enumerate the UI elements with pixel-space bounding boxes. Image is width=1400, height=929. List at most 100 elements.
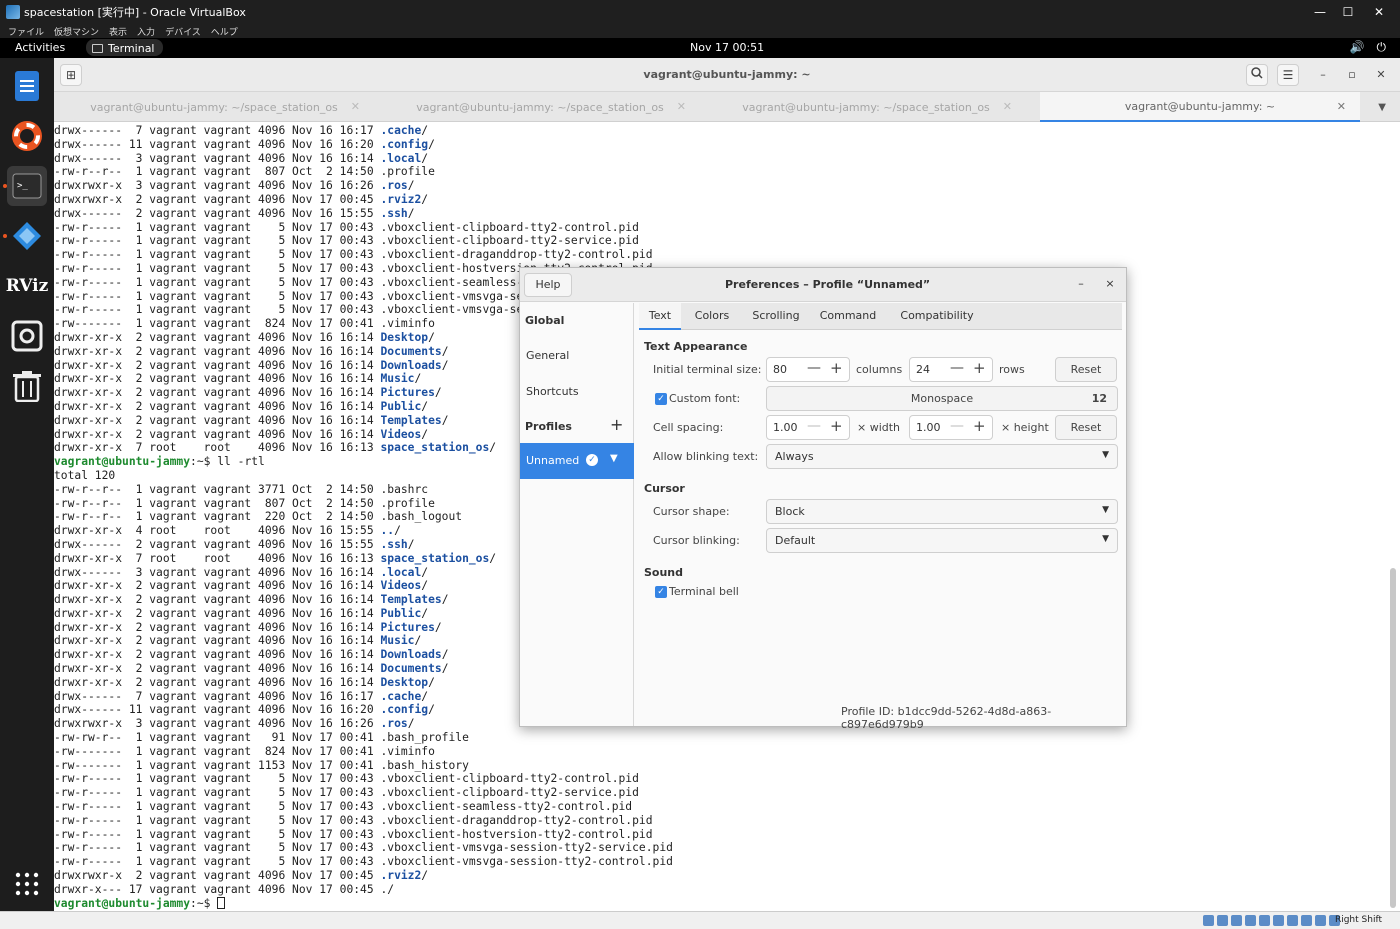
tab-2[interactable]: vagrant@ubuntu-jammy: ~/space_station_os… bbox=[380, 92, 700, 122]
decrement-button[interactable]: — bbox=[950, 360, 964, 376]
tab-scrolling[interactable]: Scrolling bbox=[745, 303, 807, 330]
maximize-button[interactable]: ☐ bbox=[1331, 0, 1365, 24]
menu-help[interactable]: ヘルプ bbox=[211, 25, 238, 38]
terminal-bell-checkbox[interactable]: ✓ bbox=[655, 586, 667, 598]
close-tab-icon[interactable]: ✕ bbox=[1003, 100, 1012, 113]
reset-size-button[interactable]: Reset bbox=[1055, 357, 1117, 382]
app-menu[interactable]: Terminal bbox=[86, 39, 163, 56]
dock-terminal[interactable]: >_ bbox=[7, 166, 47, 206]
menu-file[interactable]: ファイル bbox=[8, 25, 44, 38]
directory-name: space_station_os bbox=[380, 441, 490, 455]
line-text: drwxr-xr-x 2 vagrant vagrant 4096 Nov 16… bbox=[54, 675, 381, 689]
path-suffix: / bbox=[428, 703, 435, 717]
path-suffix: / bbox=[414, 634, 422, 648]
close-tab-icon[interactable]: ✕ bbox=[1337, 100, 1346, 113]
path-suffix: / bbox=[421, 565, 429, 579]
line-text: drwxr-xr-x 2 vagrant vagrant 4096 Nov 16… bbox=[54, 344, 381, 358]
default-check-icon: ✓ bbox=[586, 454, 598, 466]
profile-menu-chevron-icon[interactable]: ▼ bbox=[610, 453, 618, 464]
minimize-button[interactable]: – bbox=[1074, 277, 1088, 290]
directory-name: .config bbox=[380, 703, 429, 717]
scrollbar[interactable] bbox=[1390, 568, 1396, 908]
terminal-line: drwx------ 3 vagrant vagrant 4096 Nov 16… bbox=[54, 152, 1384, 166]
increment-button[interactable]: + bbox=[973, 417, 986, 435]
directory-name: Pictures bbox=[380, 620, 435, 634]
height-spacing-stepper[interactable]: 1.00 — + bbox=[909, 415, 993, 440]
svg-text:>_: >_ bbox=[17, 181, 28, 191]
line-text: drwxr-xr-x 4 root root 4096 Nov 16 15:55 bbox=[54, 524, 381, 538]
close-tab-icon[interactable]: ✕ bbox=[351, 100, 360, 113]
activities-button[interactable]: Activities bbox=[15, 41, 65, 54]
help-button[interactable]: Help bbox=[524, 273, 572, 297]
custom-font-checkbox[interactable]: ✓ bbox=[655, 393, 667, 405]
tab-4[interactable]: vagrant@ubuntu-jammy: ~ ✕ bbox=[1040, 92, 1360, 122]
directory-name: Videos bbox=[380, 427, 422, 441]
sidebar-item-general[interactable]: General bbox=[526, 349, 569, 362]
dock-rviz[interactable]: RViz bbox=[6, 266, 49, 306]
columns-stepper[interactable]: 80 — + bbox=[766, 357, 850, 382]
directory-name: Downloads bbox=[380, 648, 442, 662]
width-spacing-stepper[interactable]: 1.00 — + bbox=[766, 415, 850, 440]
terminal-line: -rw-r----- 1 vagrant vagrant 5 Nov 17 00… bbox=[54, 828, 1384, 842]
gnome-topbar: Activities Terminal Nov 17 00:51 🔊 ⏻ bbox=[0, 38, 1400, 58]
increment-button[interactable]: + bbox=[973, 359, 986, 377]
preferences-dialog: Help Preferences – Profile “Unnamed” – ×… bbox=[519, 267, 1127, 731]
add-profile-button[interactable]: + bbox=[610, 415, 623, 434]
decrement-button[interactable]: — bbox=[950, 418, 964, 434]
columns-unit: columns bbox=[856, 363, 903, 376]
menu-machine[interactable]: 仮想マシン bbox=[54, 25, 99, 38]
tab-1[interactable]: vagrant@ubuntu-jammy: ~/space_station_os… bbox=[54, 92, 374, 122]
menu-input[interactable]: 入力 bbox=[137, 25, 155, 38]
sidebar-item-shortcuts[interactable]: Shortcuts bbox=[526, 385, 579, 398]
close-button[interactable]: ✕ bbox=[1373, 68, 1389, 81]
font-name: Monospace bbox=[910, 392, 974, 405]
decrement-button[interactable]: — bbox=[807, 418, 821, 434]
decrement-button[interactable]: — bbox=[807, 360, 821, 376]
tab-list-chevron-icon[interactable]: ▼ bbox=[1378, 102, 1386, 113]
vscode-icon bbox=[13, 222, 41, 250]
cursor-blinking-select[interactable]: Default ▼ bbox=[766, 528, 1118, 553]
status-icons[interactable] bbox=[1203, 915, 1340, 926]
tab-command[interactable]: Command bbox=[815, 303, 881, 330]
system-tray[interactable]: 🔊 ⏻ bbox=[1350, 40, 1386, 55]
clock[interactable]: Nov 17 00:51 bbox=[690, 41, 764, 54]
reset-spacing-button[interactable]: Reset bbox=[1055, 415, 1117, 440]
tab-text[interactable]: Text bbox=[639, 303, 681, 330]
close-tab-icon[interactable]: ✕ bbox=[677, 100, 686, 113]
terminal-line: -rw-r----- 1 vagrant vagrant 5 Nov 17 00… bbox=[54, 248, 1384, 262]
close-button[interactable]: ✕ bbox=[1362, 0, 1396, 24]
rows-stepper[interactable]: 24 — + bbox=[909, 357, 993, 382]
menu-view[interactable]: 表示 bbox=[109, 25, 127, 38]
tab-3[interactable]: vagrant@ubuntu-jammy: ~/space_station_os… bbox=[706, 92, 1026, 122]
hdd-icon bbox=[1203, 915, 1214, 926]
virtualbox-menubar: ファイル 仮想マシン 表示 入力 デバイス ヘルプ bbox=[0, 24, 1400, 38]
directory-name: Music bbox=[380, 634, 415, 648]
close-button[interactable]: × bbox=[1103, 277, 1117, 290]
menu-button[interactable]: ☰ bbox=[1277, 64, 1299, 86]
cursor-shape-select[interactable]: Block ▼ bbox=[766, 499, 1118, 524]
blinking-text-select[interactable]: Always ▼ bbox=[766, 444, 1118, 469]
sidebar-item-profile-unnamed[interactable]: Unnamed ✓ ▼ bbox=[520, 443, 634, 479]
dock-trash[interactable] bbox=[7, 366, 47, 406]
terminal-line: -rw-r----- 1 vagrant vagrant 5 Nov 17 00… bbox=[54, 814, 1384, 828]
dock-help[interactable] bbox=[7, 116, 47, 156]
dock-files[interactable] bbox=[7, 66, 47, 106]
line-text: drwxr-xr-x 2 vagrant vagrant 4096 Nov 16… bbox=[54, 662, 381, 676]
increment-button[interactable]: + bbox=[830, 359, 843, 377]
maximize-button[interactable]: ▫ bbox=[1344, 68, 1360, 81]
search-button[interactable] bbox=[1246, 64, 1268, 86]
tab-colors[interactable]: Colors bbox=[687, 303, 737, 330]
line-text: -rw-r----- 1 vagrant vagrant 5 Nov 17 00… bbox=[54, 813, 653, 827]
dock-vscode[interactable] bbox=[7, 216, 47, 256]
font-chooser-button[interactable]: Monospace 12 bbox=[766, 386, 1118, 411]
path-suffix: / bbox=[489, 441, 497, 455]
directory-name: .rviz2 bbox=[380, 192, 422, 206]
tab-compatibility[interactable]: Compatibility bbox=[893, 303, 981, 330]
cursor-heading: Cursor bbox=[644, 482, 685, 495]
increment-button[interactable]: + bbox=[830, 417, 843, 435]
menu-devices[interactable]: デバイス bbox=[165, 25, 201, 38]
dock-app-grid[interactable] bbox=[7, 864, 47, 904]
minimize-button[interactable]: – bbox=[1315, 68, 1331, 81]
dock-screenshot[interactable] bbox=[7, 316, 47, 356]
display-icon bbox=[1287, 915, 1298, 926]
